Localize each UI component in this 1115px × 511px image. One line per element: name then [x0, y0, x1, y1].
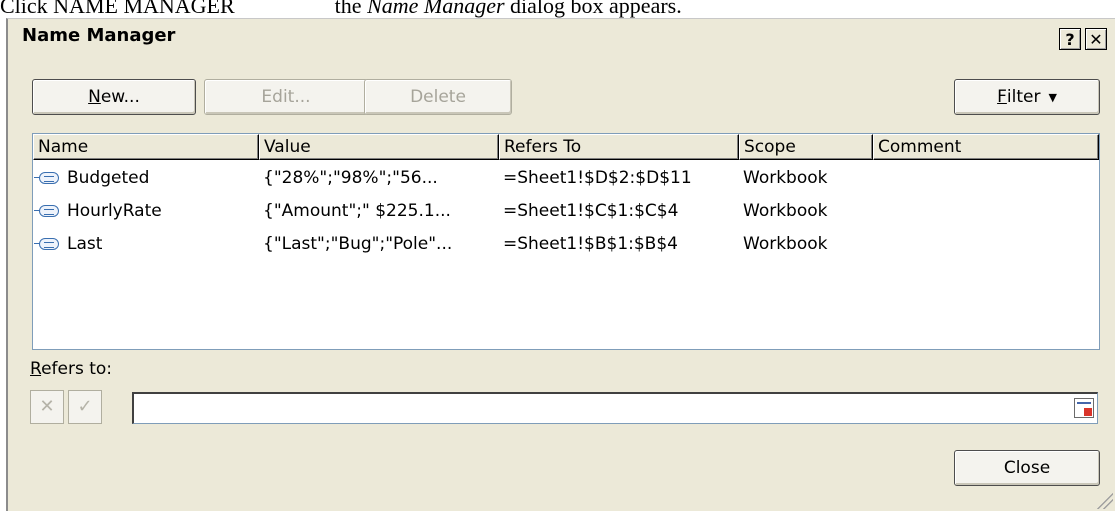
edit-button[interactable]: Edit... [204, 79, 368, 115]
refers-to-label: Refers to: [30, 359, 112, 379]
filter-mnemonic: F [997, 87, 1007, 107]
delete-label: Delete [410, 87, 466, 107]
named-range-icon [34, 205, 59, 217]
cell-refers-to: =Sheet1!$D$2:$D$11 [503, 168, 692, 188]
named-range-icon [34, 238, 59, 250]
collapse-dialog-icon[interactable] [1074, 398, 1094, 418]
cell-scope: Workbook [743, 168, 828, 188]
delete-button[interactable]: Delete [364, 79, 512, 115]
cell-name: Budgeted [67, 168, 150, 188]
accept-edit-button[interactable]: ✓ [68, 390, 102, 424]
cell-name: HourlyRate [67, 201, 162, 221]
dialog-title: Name Manager [22, 25, 176, 46]
document-caption: Click NAME MANAGER the Name Manager dialo… [0, 0, 1115, 18]
help-button[interactable]: ? [1059, 28, 1081, 50]
cell-value: {"28%";"98%";"56... [263, 168, 438, 188]
list-item[interactable]: Budgeted {"28%";"98%";"56... =Sheet1!$D$… [33, 162, 1099, 195]
cell-refers-to: =Sheet1!$B$1:$B$4 [503, 234, 678, 254]
edit-label: Edit... [261, 87, 311, 107]
cell-scope: Workbook [743, 201, 828, 221]
named-range-icon [34, 172, 59, 184]
cell-value: {"Amount";" $225.1... [263, 201, 451, 221]
resize-grip-icon[interactable] [1097, 493, 1113, 509]
new-button[interactable]: New... [32, 79, 196, 115]
checkmark-icon: ✓ [77, 396, 93, 417]
cell-refers-to: =Sheet1!$C$1:$C$4 [503, 201, 679, 221]
caption-prefix: the [334, 0, 368, 18]
cell-name: Last [67, 234, 103, 254]
column-header-scope[interactable]: Scope [739, 134, 873, 160]
caption-italic: Name Manager [367, 0, 505, 18]
column-header-value[interactable]: Value [259, 134, 499, 160]
close-button[interactable]: Close [954, 450, 1100, 486]
list-item[interactable]: HourlyRate {"Amount";" $225.1... =Sheet1… [33, 195, 1099, 228]
caption-lead: Click NAME MANAGER [0, 0, 235, 18]
new-mnemonic: N [88, 87, 101, 107]
list-item[interactable]: Last {"Last";"Bug";"Pole"... =Sheet1!$B$… [33, 228, 1099, 261]
caption-suffix: dialog box appears. [504, 0, 682, 18]
filter-label: ilter [1006, 87, 1041, 107]
cancel-x-icon: ✕ [39, 396, 55, 417]
column-header-refers-to[interactable]: Refers To [499, 134, 739, 160]
list-header: Name Value Refers To Scope Comment [33, 134, 1099, 162]
close-window-button[interactable]: ✕ [1085, 28, 1107, 50]
close-label: Close [1003, 458, 1051, 478]
refers-to-mnemonic: R [30, 359, 42, 379]
refers-to-input[interactable] [132, 392, 1098, 424]
new-label: ew... [100, 87, 140, 107]
refers-to-label-text: efers to: [41, 359, 113, 379]
dropdown-arrow-icon: ▼ [1048, 90, 1057, 104]
cell-scope: Workbook [743, 234, 828, 254]
names-list[interactable]: Name Value Refers To Scope Comment Budge… [32, 133, 1100, 350]
cell-value: {"Last";"Bug";"Pole"... [263, 234, 453, 254]
filter-button[interactable]: Filter ▼ [954, 79, 1100, 115]
column-header-name[interactable]: Name [33, 134, 259, 160]
column-header-comment[interactable]: Comment [873, 134, 1099, 160]
name-manager-dialog: Name Manager ? ✕ New... Edit... Delete F… [6, 18, 1115, 511]
cancel-edit-button[interactable]: ✕ [30, 390, 64, 424]
